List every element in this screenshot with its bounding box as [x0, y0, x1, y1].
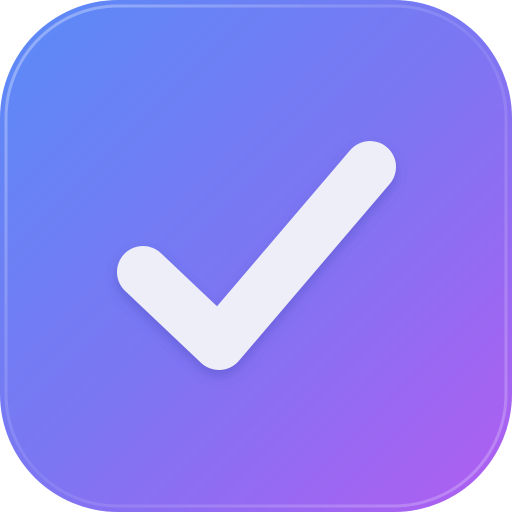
app-icon[interactable] [0, 0, 512, 512]
app-icon-background [0, 0, 512, 512]
app-icon-graphic [0, 0, 512, 512]
